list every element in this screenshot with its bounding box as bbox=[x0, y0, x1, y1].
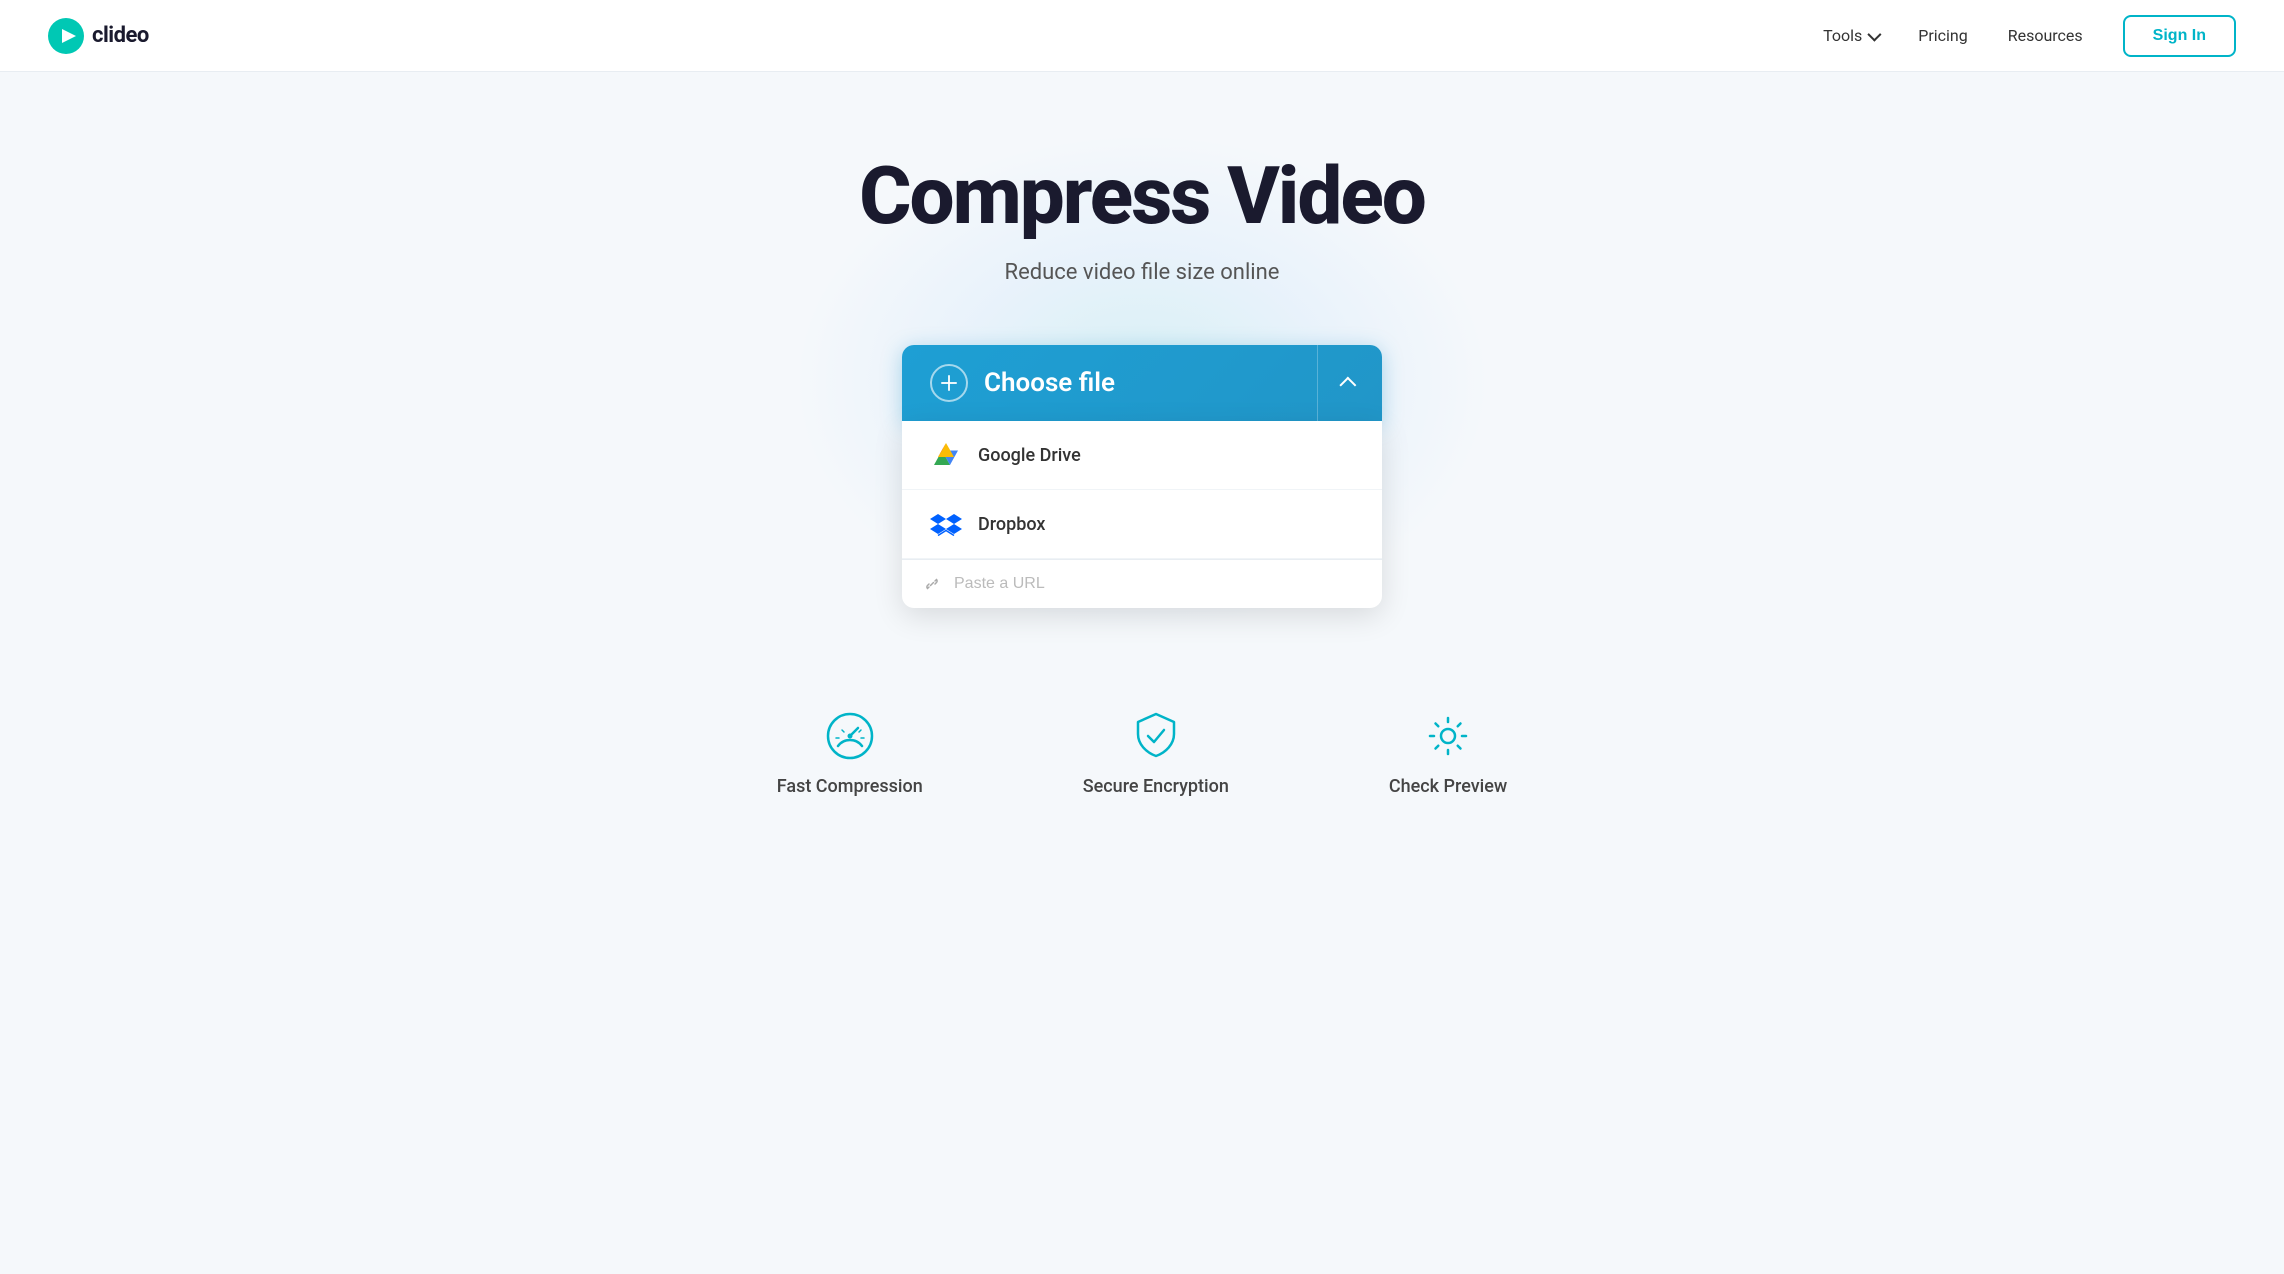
nav-tools[interactable]: Tools bbox=[1823, 26, 1878, 45]
dropbox-icon bbox=[930, 508, 962, 540]
features-row: Fast Compression Secure Encryption Check… bbox=[0, 668, 2284, 817]
logo-icon bbox=[48, 18, 84, 54]
dropbox-label: Dropbox bbox=[978, 514, 1045, 535]
gear-icon bbox=[1420, 708, 1476, 764]
feature-fast-compression: Fast Compression bbox=[777, 708, 923, 797]
check-preview-label: Check Preview bbox=[1389, 776, 1507, 797]
link-icon bbox=[922, 574, 942, 594]
speedometer-icon bbox=[822, 708, 878, 764]
feature-secure-encryption: Secure Encryption bbox=[1083, 708, 1229, 797]
choose-file-main: Choose file bbox=[902, 364, 1317, 402]
nav-resources[interactable]: Resources bbox=[2008, 26, 2083, 45]
logo[interactable]: clideo bbox=[48, 18, 149, 54]
feature-check-preview: Check Preview bbox=[1389, 708, 1507, 797]
sign-in-button[interactable]: Sign In bbox=[2123, 15, 2236, 57]
shield-check-icon bbox=[1128, 708, 1184, 764]
choose-file-label: Choose file bbox=[984, 368, 1115, 398]
secure-encryption-label: Secure Encryption bbox=[1083, 776, 1229, 797]
dropbox-option[interactable]: Dropbox bbox=[902, 490, 1382, 559]
chevron-down-icon bbox=[1868, 27, 1882, 41]
fast-compression-label: Fast Compression bbox=[777, 776, 923, 797]
hero-subtitle: Reduce video file size online bbox=[1005, 260, 1280, 285]
plus-circle-icon bbox=[930, 364, 968, 402]
page-title: Compress Video bbox=[859, 152, 1425, 240]
upload-widget: Choose file bbox=[902, 345, 1382, 608]
choose-file-button[interactable]: Choose file bbox=[902, 345, 1382, 421]
google-drive-label: Google Drive bbox=[978, 445, 1081, 466]
google-drive-option[interactable]: Google Drive bbox=[902, 421, 1382, 490]
hero-section: Compress Video Reduce video file size on… bbox=[0, 72, 2284, 668]
dropdown-toggle[interactable] bbox=[1318, 377, 1382, 389]
upload-dropdown: Google Drive Dropbox bbox=[902, 421, 1382, 608]
logo-text: clideo bbox=[92, 23, 149, 48]
url-input-wrap bbox=[902, 559, 1382, 608]
navbar: clideo Tools Pricing Resources Sign In bbox=[0, 0, 2284, 72]
chevron-up-icon bbox=[1339, 377, 1356, 394]
nav-links: Tools Pricing Resources Sign In bbox=[1823, 15, 2236, 57]
google-drive-icon bbox=[930, 439, 962, 471]
url-input[interactable] bbox=[954, 575, 1362, 593]
nav-pricing[interactable]: Pricing bbox=[1918, 26, 1968, 45]
